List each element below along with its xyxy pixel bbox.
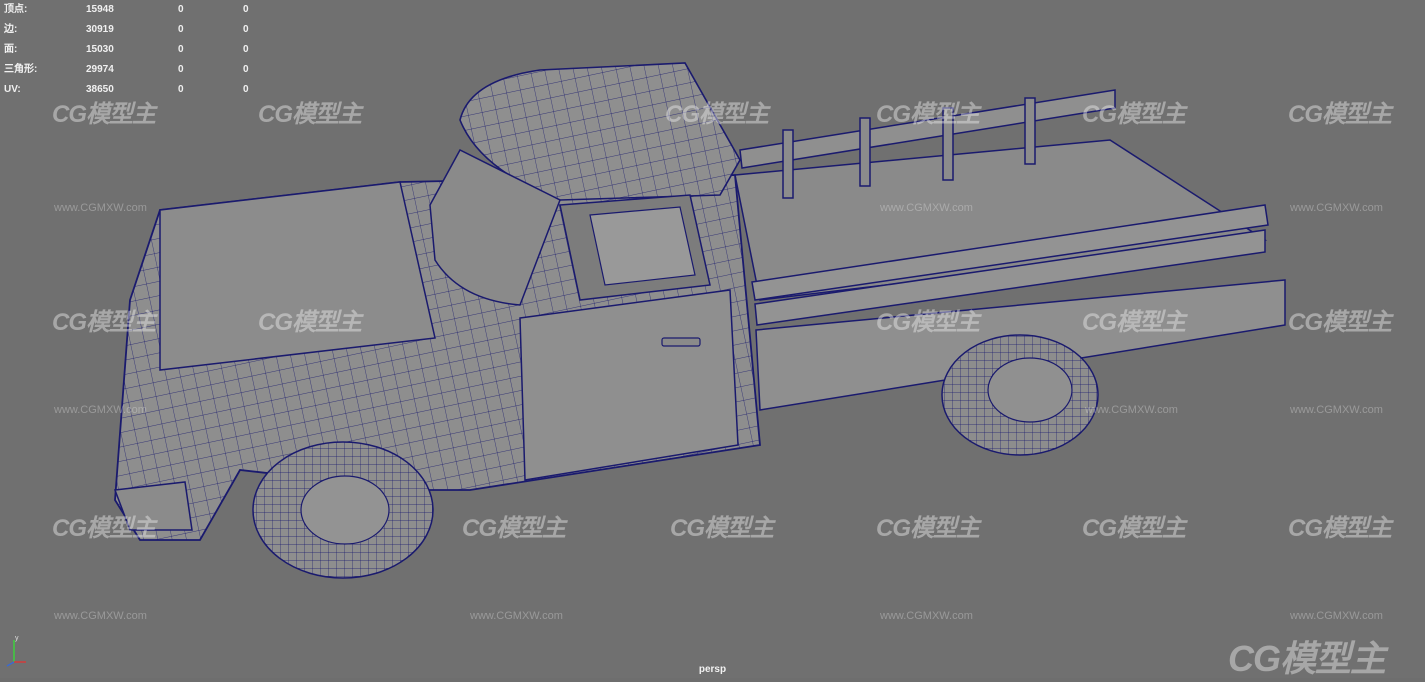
viewport-persp[interactable]: 顶点: 15948 0 0 边: 30919 0 0 面: 15030 0 0 … [0,0,1425,679]
truck-wireframe-model[interactable] [0,0,1425,678]
hud-row-triangles: 三角形: 29974 0 0 [4,64,249,75]
heads-up-display: 顶点: 15948 0 0 边: 30919 0 0 面: 15030 0 0 … [4,0,264,100]
rear-wheel [941,334,1099,456]
cab-roof [429,62,741,306]
seat [589,206,696,286]
front-wheel [252,441,434,579]
camera-label: persp [698,664,727,675]
hud-row-uvs: UV: 38650 0 0 [4,84,249,95]
front-bumper [113,481,193,531]
svg-text:y: y [15,635,19,642]
hud-row-faces: 面: 15030 0 0 [4,44,249,55]
hud-row-vertices: 顶点: 15948 0 0 [4,4,249,15]
axis-gizmo-icon: y [6,635,26,667]
door-handle [661,337,701,347]
hud-row-edges: 边: 30919 0 0 [4,24,249,35]
